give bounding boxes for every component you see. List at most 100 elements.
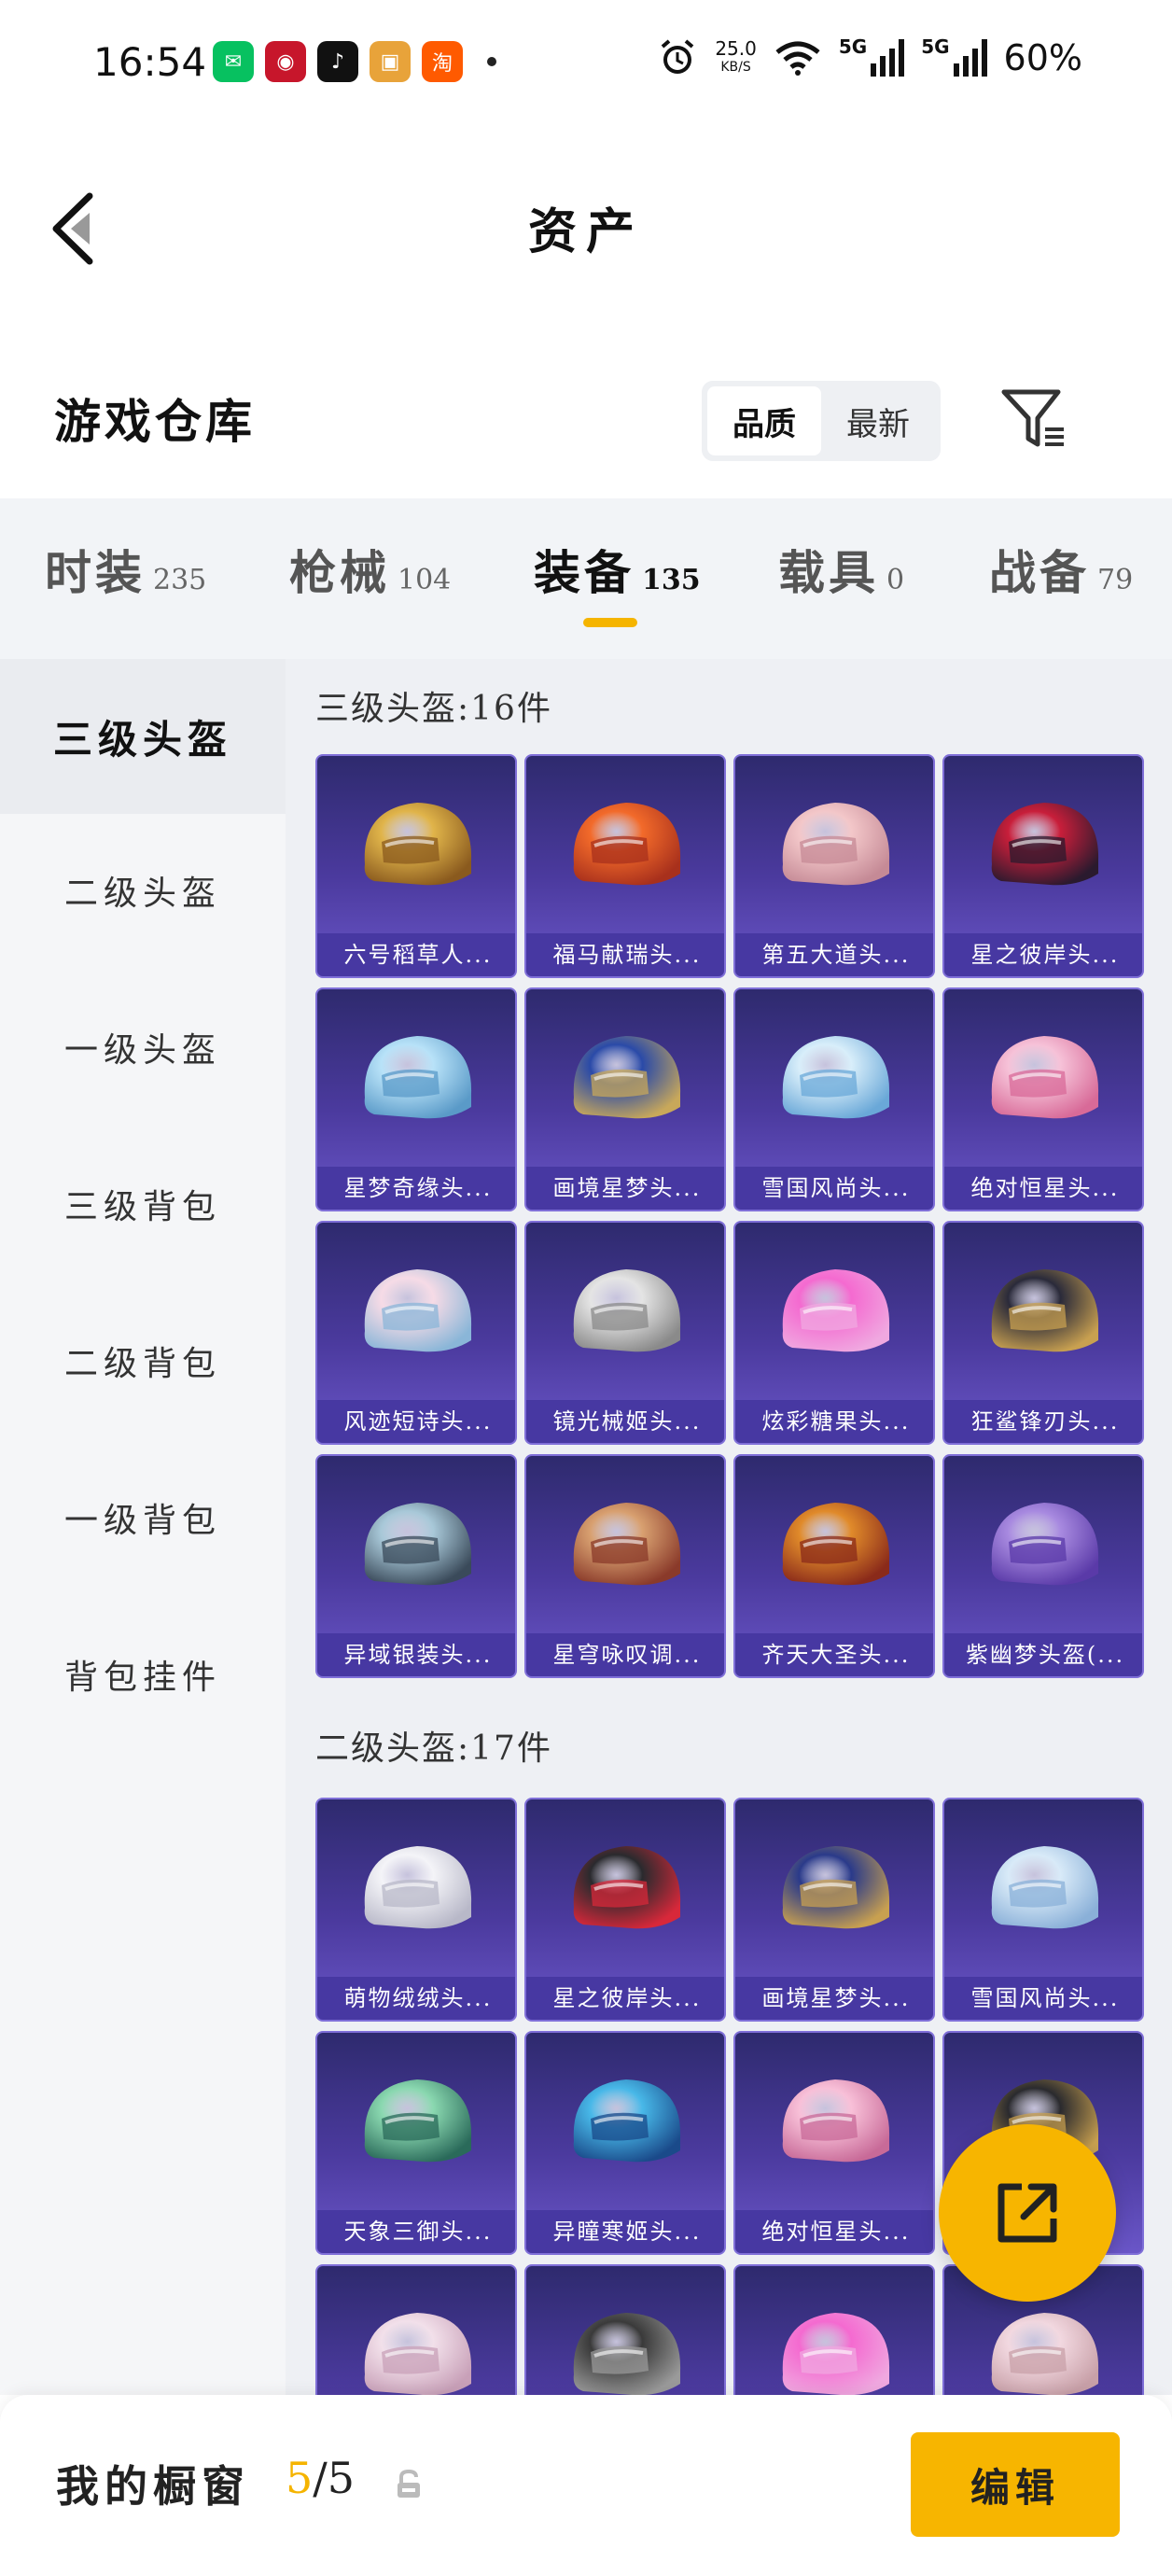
helmet-icon — [735, 2033, 933, 2210]
helmet-icon — [317, 989, 515, 1167]
item-card[interactable]: 紫幽梦头盔(... — [942, 1454, 1144, 1678]
item-card[interactable]: 天象三御头... — [315, 2031, 517, 2255]
item-card[interactable]: 异瞳寒姬头... — [524, 2031, 726, 2255]
filter-icon[interactable] — [998, 383, 1073, 457]
item-card[interactable]: 镜光械姬头... — [524, 1221, 726, 1445]
item-card[interactable]: 狂鲨锋刃头... — [942, 1221, 1144, 1445]
item-card[interactable]: 星梦奇缘头... — [315, 987, 517, 1211]
warehouse-title: 游戏仓库 — [54, 394, 256, 449]
item-card[interactable]: 雪国风尚头... — [733, 987, 935, 1211]
signal-icon-2 — [953, 39, 987, 77]
item-name: 齐天大圣头... — [735, 1633, 933, 1676]
item-card[interactable]: 雪国风尚头... — [942, 1798, 1144, 2022]
sort-toggle: 品质 最新 — [702, 381, 941, 461]
helmet-icon — [526, 1223, 724, 1400]
game-icon: ▣ — [370, 41, 411, 82]
item-card[interactable]: 星之彼岸头... — [524, 1798, 726, 2022]
item-card[interactable]: 福马献瑞头... — [524, 754, 726, 978]
helmet-icon — [317, 1456, 515, 1633]
tiktok-icon: ♪ — [317, 41, 358, 82]
item-name: 绝对恒星头... — [735, 2210, 933, 2253]
item-card[interactable]: 星之彼岸头... — [942, 754, 1144, 978]
tab-fashion[interactable]: 时装 235 — [45, 536, 206, 603]
network-type-2: 5G — [921, 35, 950, 58]
item-card[interactable]: 萌物绒绒头... — [315, 1798, 517, 2022]
item-card[interactable] — [315, 2264, 517, 2395]
helmet-icon — [735, 756, 933, 933]
item-name: 六号稻草人... — [317, 933, 515, 976]
side-item-level3-backpack[interactable]: 三级背包 — [0, 1180, 286, 1228]
network-type-1: 5G — [838, 35, 868, 58]
share-external-icon — [998, 2183, 1057, 2243]
item-card[interactable]: 画境星梦头... — [733, 1798, 935, 2022]
app-header: 资产 — [0, 131, 1172, 317]
item-card[interactable]: 六号稻草人... — [315, 754, 517, 978]
item-name: 福马献瑞头... — [526, 933, 724, 976]
item-name: 第五大道头... — [735, 933, 933, 976]
item-card[interactable]: 第五大道头... — [733, 754, 935, 978]
helmet-icon — [944, 1799, 1142, 1977]
edit-button[interactable]: 编辑 — [911, 2432, 1120, 2537]
item-name: 异域银装头... — [317, 1633, 515, 1676]
sort-latest-button[interactable]: 最新 — [821, 386, 935, 455]
item-name: 画境星梦头... — [526, 1167, 724, 1210]
helmet-icon — [526, 1799, 724, 1977]
lock-icon — [398, 2469, 420, 2498]
status-time: 16:54 — [93, 39, 207, 85]
side-nav: 三级头盔 二级头盔 一级头盔 三级背包 二级背包 一级背包 背包挂件 — [0, 659, 286, 2395]
item-name: 星梦奇缘头... — [317, 1167, 515, 1210]
helmet-icon — [317, 1799, 515, 1977]
wechat-icon: ✉ — [213, 41, 254, 82]
item-name: 星之彼岸头... — [526, 1977, 724, 2020]
showcase-label: 我的橱窗 — [56, 2461, 250, 2512]
helmet-icon — [526, 756, 724, 933]
tab-equipment[interactable]: 装备 135 — [534, 536, 701, 603]
item-card[interactable]: 异域银装头... — [315, 1454, 517, 1678]
item-name: 炫彩糖果头... — [735, 1400, 933, 1443]
item-card[interactable] — [524, 2264, 726, 2395]
helmet-icon — [944, 1223, 1142, 1400]
item-name: 异瞳寒姬头... — [526, 2210, 724, 2253]
showcase-bar: 我的橱窗 5/5 编辑 — [0, 2395, 1172, 2576]
item-card[interactable]: 画境星梦头... — [524, 987, 726, 1211]
tab-vehicles[interactable]: 载具 0 — [778, 536, 904, 603]
page-title: 资产 — [527, 203, 644, 260]
helmet-icon — [735, 2266, 933, 2395]
notification-icons: ✉ ◉ ♪ ▣ 淘 — [213, 41, 496, 82]
side-item-level2-helmet[interactable]: 二级头盔 — [0, 866, 286, 915]
helmet-icon — [317, 2266, 515, 2395]
item-name: 风迹短诗头... — [317, 1400, 515, 1443]
helmet-icon — [526, 2033, 724, 2210]
item-card[interactable]: 风迹短诗头... — [315, 1221, 517, 1445]
side-item-level1-helmet[interactable]: 一级头盔 — [0, 1023, 286, 1071]
tab-supplies[interactable]: 战备 79 — [989, 536, 1133, 603]
item-card[interactable]: 炫彩糖果头... — [733, 1221, 935, 1445]
section-title-level3: 三级头盔:16件 — [315, 690, 552, 728]
alarm-icon — [662, 39, 694, 74]
item-name: 雪国风尚头... — [944, 1977, 1142, 2020]
section-title-level2: 二级头盔:17件 — [315, 1729, 552, 1768]
item-card[interactable]: 绝对恒星头... — [942, 987, 1144, 1211]
item-card[interactable]: 齐天大圣头... — [733, 1454, 935, 1678]
item-card[interactable]: 绝对恒星头... — [733, 2031, 935, 2255]
helmet-icon — [317, 2033, 515, 2210]
battery-level: 60% — [1003, 37, 1082, 78]
side-item-level2-backpack[interactable]: 二级背包 — [0, 1337, 286, 1385]
side-item-level1-backpack[interactable]: 一级背包 — [0, 1493, 286, 1542]
tab-guns[interactable]: 枪械 104 — [289, 536, 451, 603]
helmet-icon — [944, 989, 1142, 1167]
side-item-level3-helmet[interactable]: 三级头盔 — [0, 659, 286, 814]
item-name: 天象三御头... — [317, 2210, 515, 2253]
active-tab-indicator — [583, 618, 637, 627]
share-external-button[interactable] — [939, 2124, 1116, 2302]
bank-icon: ◉ — [265, 41, 306, 82]
sort-quality-button[interactable]: 品质 — [707, 386, 821, 455]
more-notifications-dot — [487, 57, 496, 66]
helmet-icon — [526, 2266, 724, 2395]
helmet-icon — [526, 1456, 724, 1633]
side-item-backpack-charm[interactable]: 背包挂件 — [0, 1650, 286, 1699]
helmet-icon — [735, 1456, 933, 1633]
item-card[interactable] — [733, 2264, 935, 2395]
item-card[interactable]: 星穹咏叹调... — [524, 1454, 726, 1678]
category-tabs: 时装 235 枪械 104 装备 135 载具 0 战备 79 — [0, 498, 1172, 659]
